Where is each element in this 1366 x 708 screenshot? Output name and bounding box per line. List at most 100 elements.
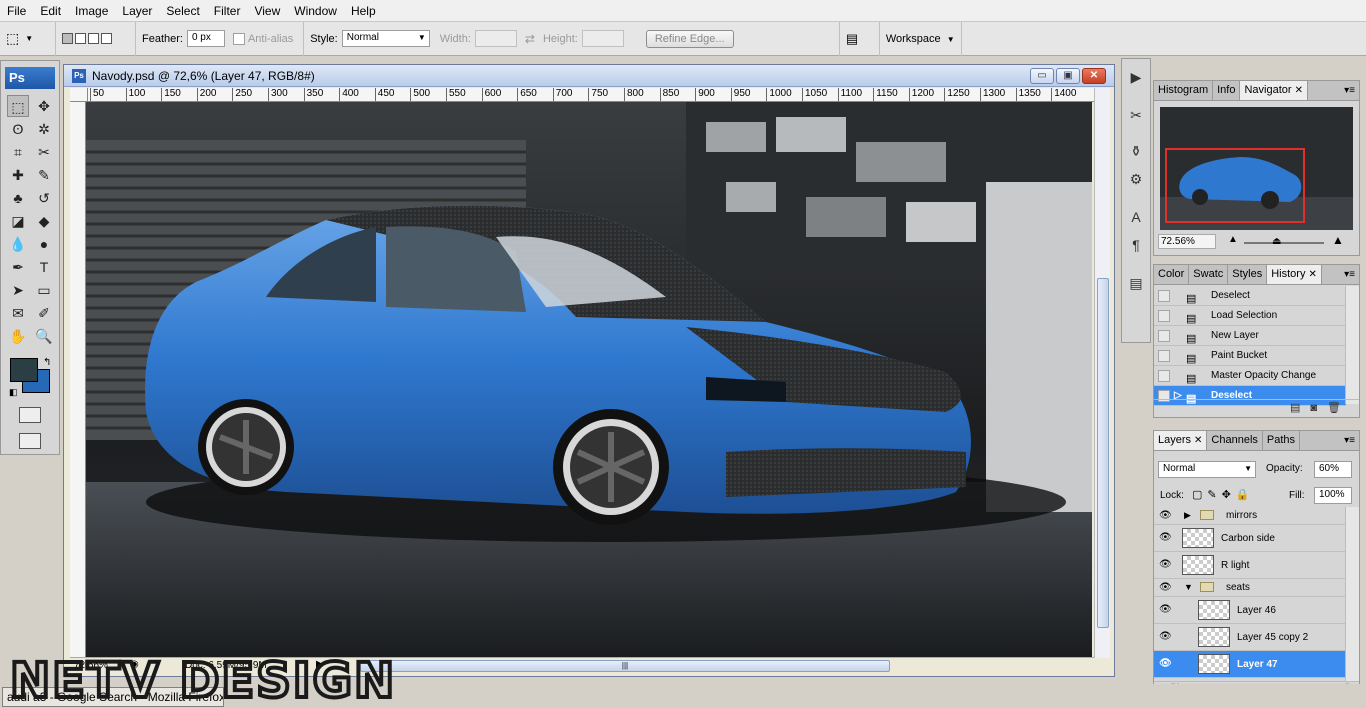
layers-scrollbar[interactable] <box>1345 507 1359 682</box>
panel-menu-icon[interactable]: ▾≡ <box>1344 81 1359 100</box>
screen-mode-button[interactable] <box>19 433 41 449</box>
snapshot-source-checkbox[interactable] <box>1158 290 1170 302</box>
brushes-icon[interactable]: ⚱ <box>1124 139 1148 161</box>
move-icon[interactable]: ✥ <box>33 95 55 117</box>
visibility-eye-icon[interactable]: 👁 <box>1159 559 1172 570</box>
clone-source-icon[interactable]: ⚙ <box>1124 167 1148 189</box>
eraser-icon[interactable]: ◪ <box>7 210 29 232</box>
navigator-zoom-field[interactable]: 72.56% <box>1158 234 1216 249</box>
width-input[interactable] <box>474 30 517 47</box>
refine-edge-button[interactable]: Refine Edge... <box>645 29 734 48</box>
menu-help[interactable]: Help <box>344 0 383 22</box>
path-select-icon[interactable]: ➤ <box>7 279 29 301</box>
pen-icon[interactable]: ✒ <box>7 256 29 278</box>
shape-icon[interactable]: ▭ <box>33 279 55 301</box>
panel-menu-icon[interactable]: ▾≡ <box>1344 431 1359 450</box>
tab-history[interactable]: History ✕ <box>1267 265 1322 284</box>
minimize-button[interactable]: ▭ <box>1030 68 1054 84</box>
swap-icon[interactable]: ⇄ <box>525 32 535 46</box>
tab-info[interactable]: Info <box>1213 81 1241 100</box>
type-icon[interactable]: T <box>33 256 55 278</box>
close-icon[interactable]: ✕ <box>1295 85 1303 96</box>
style-select[interactable]: Normal ▼ <box>341 30 430 47</box>
visibility-eye-icon[interactable]: 👁 <box>1159 658 1172 669</box>
layer-row[interactable]: 👁 R light <box>1154 552 1346 579</box>
navigator-zoom-slider[interactable] <box>1244 242 1324 244</box>
snapshot-source-checkbox[interactable] <box>1158 370 1170 382</box>
eyedropper-icon[interactable]: ✐ <box>33 302 55 324</box>
history-brush-icon[interactable]: ↺ <box>33 187 55 209</box>
new-snapshot-icon[interactable]: ◙ <box>1310 400 1317 417</box>
tab-paths[interactable]: Paths <box>1263 431 1301 450</box>
zoom-in-icon[interactable]: ▲ <box>1332 233 1344 247</box>
layer-group-row[interactable]: 👁 ▶ mirrors <box>1154 507 1346 525</box>
antialias-checkbox[interactable] <box>232 32 245 45</box>
layer-group-row[interactable]: 👁 ▼ seats <box>1154 579 1346 597</box>
layer-row[interactable]: 👁 Layer 46 <box>1154 597 1346 624</box>
paragraph-icon[interactable]: ¶ <box>1124 233 1148 255</box>
menu-file[interactable]: File <box>0 0 33 22</box>
expanded-triangle-icon[interactable]: ▼ <box>1184 582 1193 592</box>
visibility-eye-icon[interactable]: 👁 <box>1159 510 1172 521</box>
tab-layers[interactable]: Layers ✕ <box>1154 431 1208 450</box>
vertical-ruler[interactable] <box>70 102 86 657</box>
healing-icon[interactable]: ✚ <box>7 164 29 186</box>
close-icon[interactable]: ✕ <box>1194 435 1202 446</box>
paint-bucket-icon[interactable]: ◆ <box>33 210 55 232</box>
history-scrollbar[interactable] <box>1345 286 1359 404</box>
quick-mask-button[interactable] <box>19 407 41 423</box>
navigator-slider-knob[interactable]: ⏏ <box>1272 236 1281 247</box>
history-state[interactable]: ▤ Deselect <box>1154 286 1346 306</box>
layer-row[interactable]: 👁 Carbon side <box>1154 525 1346 552</box>
visibility-eye-icon[interactable]: 👁 <box>1159 604 1172 615</box>
height-input[interactable] <box>581 30 624 47</box>
close-button[interactable]: ✕ <box>1082 68 1106 84</box>
layer-row[interactable]: 👁 Layer 45 copy 2 <box>1154 624 1346 651</box>
tool-presets-icon[interactable]: ✂ <box>1124 103 1148 125</box>
image-canvas[interactable] <box>86 102 1092 657</box>
menu-select[interactable]: Select <box>159 0 206 22</box>
slice-icon[interactable]: ✂ <box>33 141 55 163</box>
navigator-view-box[interactable] <box>1165 148 1305 223</box>
snapshot-source-checkbox[interactable] <box>1158 310 1170 322</box>
default-colors-icon[interactable]: ◧ <box>9 387 18 398</box>
menu-image[interactable]: Image <box>68 0 115 22</box>
character-icon[interactable]: A <box>1124 205 1148 227</box>
dodge-icon[interactable]: ● <box>33 233 55 255</box>
blur-icon[interactable]: 💧 <box>7 233 29 255</box>
tab-color[interactable]: Color <box>1154 265 1190 284</box>
notes-icon[interactable]: ✉ <box>7 302 29 324</box>
tab-navigator[interactable]: Navigator ✕ <box>1240 81 1308 100</box>
new-selection-icon[interactable] <box>62 33 73 44</box>
zoom-icon[interactable]: 🔍 <box>33 325 55 347</box>
zoom-out-icon[interactable]: ▲ <box>1228 234 1238 245</box>
foreground-color-swatch[interactable] <box>10 358 38 382</box>
menu-window[interactable]: Window <box>287 0 344 22</box>
tab-swatches[interactable]: Swatc <box>1189 265 1229 284</box>
swap-colors-icon[interactable]: ↰ <box>43 357 51 368</box>
menu-filter[interactable]: Filter <box>207 0 248 22</box>
crop-icon[interactable]: ⌗ <box>7 141 29 163</box>
delete-state-icon[interactable]: 🗑 <box>1327 400 1341 417</box>
vertical-scrollbar[interactable] <box>1094 88 1110 658</box>
collapsed-triangle-icon[interactable]: ▶ <box>1184 510 1191 521</box>
brush-icon[interactable]: ✎ <box>33 164 55 186</box>
menu-view[interactable]: View <box>247 0 287 22</box>
new-document-from-state-icon[interactable]: ▤ <box>1290 400 1300 417</box>
actions-icon[interactable]: ▶ <box>1124 65 1148 87</box>
blend-mode-select[interactable]: Normal ▼ <box>1158 461 1256 478</box>
document-titlebar[interactable]: Ps Navody.psd @ 72,6% (Layer 47, RGB/8#)… <box>64 65 1114 87</box>
panel-menu-icon[interactable]: ▾≡ <box>1344 265 1359 284</box>
visibility-eye-icon[interactable]: 👁 <box>1159 582 1172 593</box>
history-state[interactable]: ▤ Master Opacity Change <box>1154 366 1346 386</box>
layer-comps-icon[interactable]: ▤ <box>1124 271 1148 293</box>
layer-row[interactable]: 👁 Layer 47 <box>1154 651 1346 678</box>
history-state[interactable]: ▤ Paint Bucket <box>1154 346 1346 366</box>
ruler-corner[interactable] <box>70 88 88 102</box>
tab-styles[interactable]: Styles <box>1228 265 1268 284</box>
tab-channels[interactable]: Channels <box>1207 431 1263 450</box>
marquee-icon[interactable]: ⬚ <box>7 95 29 117</box>
hand-icon[interactable]: ✋ <box>7 325 29 347</box>
opacity-input[interactable]: 60% <box>1314 461 1352 478</box>
visibility-eye-icon[interactable]: 👁 <box>1159 631 1172 642</box>
